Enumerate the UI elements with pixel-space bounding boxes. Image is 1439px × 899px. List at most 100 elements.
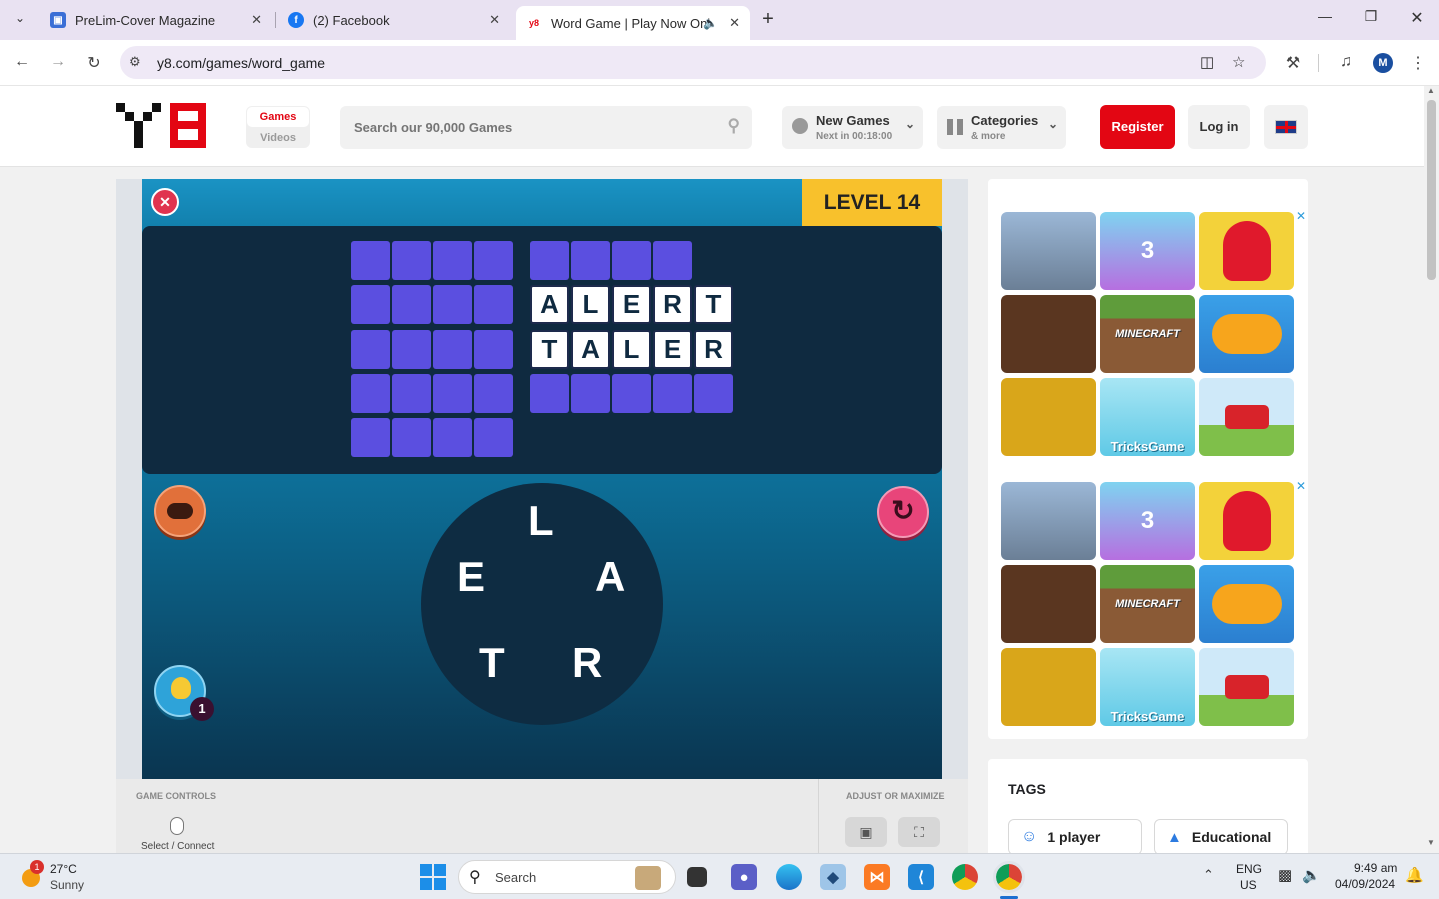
ad-close-icon[interactable]: ✕ (1296, 209, 1306, 223)
word-game-canvas[interactable]: ✕ LEVEL 14 A L E R T T A L E R ↻ L E A T… (142, 179, 942, 779)
ad-thumb-temple-run[interactable] (1001, 378, 1096, 456)
tab-search-chevron-icon[interactable]: ⌄ (10, 11, 30, 29)
shuffle-button[interactable]: ↻ (877, 486, 929, 538)
start-button[interactable] (420, 864, 446, 890)
taskbar-search[interactable]: ⚲ Search (458, 860, 676, 894)
ad-thumb-snake[interactable] (1199, 565, 1294, 643)
close-tab-icon[interactable]: ✕ (729, 15, 740, 31)
ad-thumb-label: 3 (1140, 237, 1155, 264)
scroll-up-icon[interactable]: ▲ (1427, 86, 1435, 95)
tag-educational[interactable]: ▲ Educational (1154, 819, 1288, 853)
lang-bottom[interactable]: US (1240, 878, 1257, 892)
tag-1-player[interactable]: ☺ 1 player (1008, 819, 1142, 853)
ad-thumb-tricksgame[interactable]: TricksGame (1100, 378, 1195, 456)
xampp-icon[interactable]: ⋈ (864, 864, 890, 890)
scrollbar-thumb[interactable] (1427, 100, 1436, 280)
tags-panel: TAGS ☺ 1 player ▲ Educational (988, 759, 1308, 853)
task-view-icon[interactable] (687, 867, 707, 887)
media-controls-icon[interactable]: ♫ (1336, 53, 1356, 71)
tab-facebook[interactable]: f (2) Facebook ✕ (278, 6, 510, 34)
ad-thumb-among-us[interactable] (1199, 482, 1294, 560)
tab-prelim-cover[interactable]: ▣ PreLim-Cover Magazine ✕ (40, 6, 272, 34)
address-bar[interactable]: ⚙ y8.com/games/word_game ◫ ☆ (120, 46, 1266, 79)
restore-icon[interactable]: ❐ (1356, 8, 1386, 25)
notification-bell-icon[interactable]: 🔔 (1405, 866, 1424, 884)
wheel-letter[interactable]: L (528, 497, 554, 545)
chrome-profile-icon[interactable] (993, 861, 1025, 893)
gamepad-icon (167, 503, 193, 519)
site-info-icon[interactable]: ⚙ (129, 54, 141, 70)
chrome-icon[interactable] (952, 864, 978, 890)
ad-thumb-temple-run[interactable] (1001, 648, 1096, 726)
ad-thumb-tricksgame[interactable]: TricksGame (1100, 648, 1195, 726)
ad-thumb-roblox[interactable] (1001, 482, 1096, 560)
ad-close-icon[interactable]: ✕ (1296, 479, 1306, 493)
search-box[interactable]: ⚲ (340, 106, 752, 149)
register-button[interactable]: Register (1100, 105, 1175, 149)
install-app-icon[interactable]: ◫ (1200, 53, 1214, 71)
network-icon[interactable]: ▩ (1278, 866, 1292, 884)
empty-tile (433, 418, 472, 457)
tab-word-game[interactable]: y8 Word Game | Play Now Onl 🔈 ✕ (516, 6, 750, 40)
categories-button[interactable]: Categories & more ⌄ (937, 106, 1066, 149)
empty-tile (392, 330, 431, 369)
ad-thumb-hill-climb[interactable] (1199, 378, 1294, 456)
ad-thumb-piano-tiles[interactable]: 3 (1100, 482, 1195, 560)
tab-separator (275, 12, 276, 28)
scroll-down-icon[interactable]: ▼ (1427, 838, 1435, 847)
adjust-size-button[interactable]: ▣ (845, 817, 887, 847)
wheel-letter[interactable]: A (595, 553, 625, 601)
volume-icon[interactable]: 🔈 (1302, 866, 1321, 884)
fullscreen-button[interactable]: ⛶ (898, 817, 940, 847)
extensions-icon[interactable]: ⚒ (1283, 53, 1303, 73)
search-input[interactable] (340, 106, 710, 149)
lang-top[interactable]: ENG (1236, 862, 1262, 876)
ad-thumb-hill-climb[interactable] (1199, 648, 1294, 726)
letter-tile: R (694, 330, 733, 369)
gamepad-button[interactable] (154, 485, 206, 537)
wheel-letter[interactable]: R (572, 639, 602, 687)
nav-videos[interactable]: Videos (246, 128, 310, 148)
tray-chevron-icon[interactable]: ⌃ (1203, 867, 1214, 883)
close-window-icon[interactable]: ✕ (1402, 8, 1432, 28)
new-games-button[interactable]: New Games Next in 00:18:00 ⌄ (782, 106, 923, 149)
profile-avatar[interactable]: M (1373, 53, 1393, 73)
teams-chat-icon[interactable]: ● (731, 864, 757, 890)
back-icon[interactable]: ← (12, 53, 32, 71)
close-game-button[interactable]: ✕ (151, 188, 179, 216)
weather-widget[interactable]: 1 27°C Sunny (18, 858, 138, 896)
vscode-icon[interactable]: ⟨ (908, 864, 934, 890)
reload-icon[interactable]: ↻ (84, 53, 104, 73)
new-games-title: New Games (816, 113, 890, 128)
speaker-icon[interactable]: 🔈 (703, 16, 718, 30)
letter-wheel[interactable]: L E A T R (421, 483, 663, 725)
wheel-letter[interactable]: E (457, 553, 485, 601)
close-tab-icon[interactable]: ✕ (251, 12, 262, 28)
search-icon[interactable]: ⚲ (728, 116, 740, 136)
ad-thumb-minecraft[interactable]: MINECRAFT (1100, 565, 1195, 643)
edge-icon[interactable] (776, 864, 802, 890)
close-tab-icon[interactable]: ✕ (489, 12, 500, 28)
bookmark-star-icon[interactable]: ☆ (1232, 53, 1245, 71)
new-tab-button[interactable]: + (758, 8, 778, 31)
menu-kebab-icon[interactable]: ⋮ (1408, 53, 1428, 73)
ad-thumb-freddy[interactable] (1001, 295, 1096, 373)
clock-date[interactable]: 04/09/2024 (1335, 877, 1395, 891)
ad-thumb-freddy[interactable] (1001, 565, 1096, 643)
clock-time[interactable]: 9:49 am (1354, 861, 1397, 875)
ad-thumb-among-us[interactable] (1199, 212, 1294, 290)
nav-games[interactable]: Games (247, 107, 309, 127)
page-scrollbar[interactable]: ▲ ▼ (1424, 86, 1439, 853)
y8-logo[interactable] (116, 103, 216, 151)
ad-thumb-piano-tiles[interactable]: 3 (1100, 212, 1195, 290)
ad-thumb-roblox[interactable] (1001, 212, 1096, 290)
minimize-icon[interactable]: — (1310, 8, 1340, 24)
forward-icon[interactable]: → (48, 53, 68, 71)
language-button[interactable] (1264, 105, 1308, 149)
login-button[interactable]: Log in (1188, 105, 1250, 149)
3d-app-icon[interactable]: ◆ (820, 864, 846, 890)
hint-button[interactable]: 1 (154, 665, 214, 721)
ad-thumb-snake[interactable] (1199, 295, 1294, 373)
ad-thumb-minecraft[interactable]: MINECRAFT (1100, 295, 1195, 373)
wheel-letter[interactable]: T (479, 639, 505, 687)
